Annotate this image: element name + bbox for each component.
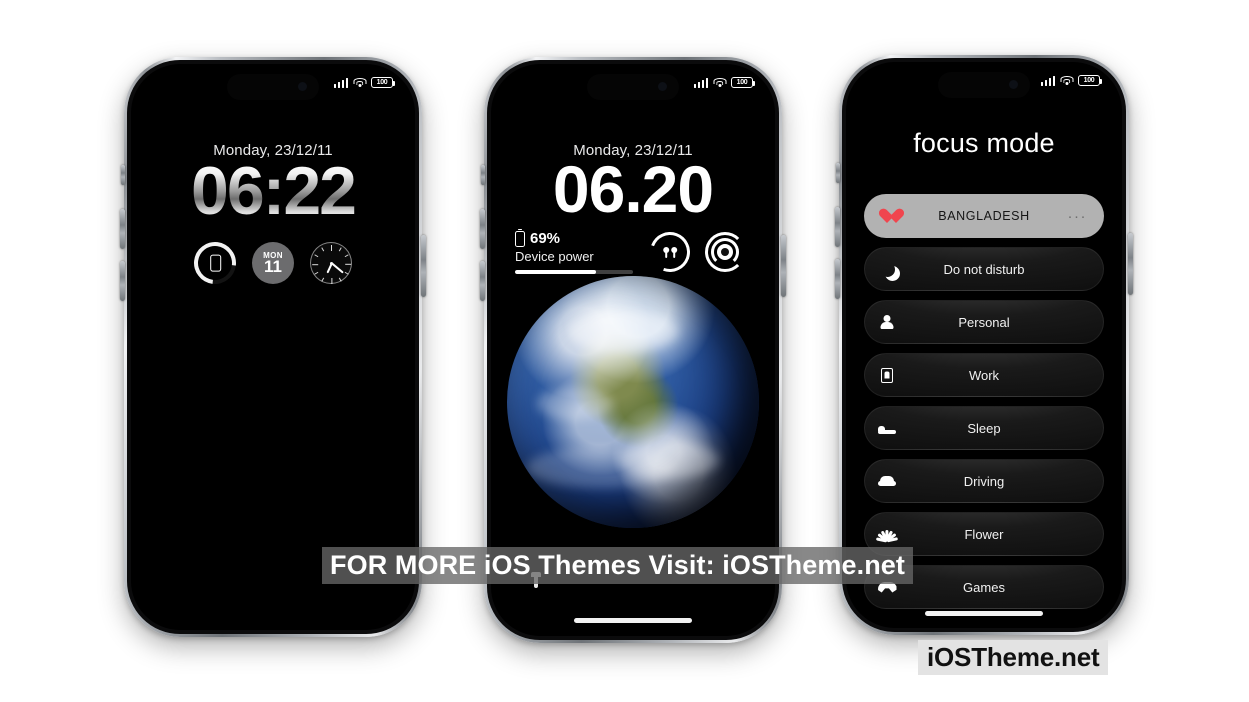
phone-battery-ring-icon [209, 254, 221, 272]
battery-icon: 100 [731, 77, 756, 88]
dynamic-island [587, 74, 679, 100]
focus-row-label: Driving [963, 473, 1005, 489]
dynamic-island [227, 74, 319, 100]
focus-row-do-not-disturb[interactable]: Do not disturb [864, 247, 1104, 291]
focus-row-personal[interactable]: Personal [864, 300, 1104, 344]
device-power-label: Device power [515, 249, 594, 264]
cellular-signal-icon [1040, 75, 1055, 86]
battery-icon: 100 [1078, 75, 1103, 86]
cellular-signal-icon [333, 77, 348, 88]
battery-vertical-icon [515, 230, 525, 247]
wifi-icon [353, 77, 366, 88]
battery-icon: 100 [371, 77, 396, 88]
battery-level-text: 100 [1083, 77, 1095, 84]
lock-clock: 06:22 [131, 157, 415, 225]
volume-down-button[interactable] [120, 261, 125, 301]
earth-wallpaper [507, 276, 759, 528]
phone-3-screen[interactable]: 100 focus mode BANGLADESH ··· Do not dis… [846, 62, 1122, 628]
power-button[interactable] [781, 235, 786, 297]
airpods-icon [663, 247, 677, 258]
watermark-banner: FOR MORE iOS Themes Visit: iOSTheme.net [322, 547, 914, 584]
calendar-day: 11 [264, 257, 282, 276]
silent-switch[interactable] [481, 165, 485, 185]
focus-row-sleep[interactable]: Sleep [864, 406, 1104, 450]
volume-up-button[interactable] [480, 209, 485, 249]
watermark-logo-text: iOSTheme.net [927, 642, 1100, 672]
analog-clock-icon [311, 243, 352, 284]
status-bar: 100 [333, 77, 396, 88]
device-power-percent: 69% [530, 230, 561, 247]
focus-row-bangladesh[interactable]: BANGLADESH ··· [864, 194, 1104, 238]
status-bar: 100 [1040, 75, 1103, 86]
page-title: focus mode [913, 128, 1055, 158]
device-power-widget[interactable]: 69% Device power [515, 230, 633, 274]
cellular-signal-icon [693, 77, 708, 88]
focus-row-label: Work [968, 367, 1000, 383]
status-bar: 100 [693, 77, 756, 88]
screenshot-canvas: 100 Monday, 23/12/11 06:22 MON 11 100 Mo… [0, 0, 1249, 702]
wifi-icon [713, 77, 726, 88]
watermark-banner-text: FOR MORE iOS Themes Visit: iOSTheme.net [330, 550, 906, 580]
rings-widget[interactable] [705, 232, 745, 272]
focus-row-label: Sleep [967, 420, 1001, 436]
battery-ring-widget[interactable] [185, 233, 245, 293]
focus-row-label: Do not disturb [943, 261, 1025, 277]
home-indicator[interactable] [574, 618, 692, 623]
phone-1-screen[interactable]: 100 Monday, 23/12/11 06:22 MON 11 [131, 64, 415, 630]
dynamic-island [938, 72, 1030, 98]
focus-row-work[interactable]: Work [864, 353, 1104, 397]
wifi-icon [1060, 75, 1073, 86]
device-power-bar [515, 270, 633, 274]
airpods-widget[interactable] [643, 225, 697, 279]
volume-down-button[interactable] [480, 261, 485, 301]
concentric-rings-icon [705, 232, 745, 272]
lock-clock: 06.20 [552, 152, 714, 226]
power-button[interactable] [421, 235, 426, 297]
volume-up-button[interactable] [120, 209, 125, 249]
silent-switch[interactable] [836, 163, 840, 183]
battery-level-text: 100 [376, 79, 388, 86]
battery-level-text: 100 [736, 79, 748, 86]
power-button[interactable] [1128, 233, 1133, 295]
volume-up-button[interactable] [835, 207, 840, 247]
calendar-widget[interactable]: MON 11 [252, 242, 294, 284]
analog-clock-widget[interactable] [310, 242, 352, 284]
more-options-icon[interactable]: ··· [1068, 209, 1088, 224]
silent-switch[interactable] [121, 165, 125, 185]
watermark-logo: iOSTheme.net [918, 640, 1109, 675]
focus-row-label: Flower [964, 526, 1004, 542]
widget-row: MON 11 [131, 233, 415, 293]
volume-down-button[interactable] [835, 259, 840, 299]
focus-row-driving[interactable]: Driving [864, 459, 1104, 503]
focus-row-label: Personal [958, 314, 1010, 330]
